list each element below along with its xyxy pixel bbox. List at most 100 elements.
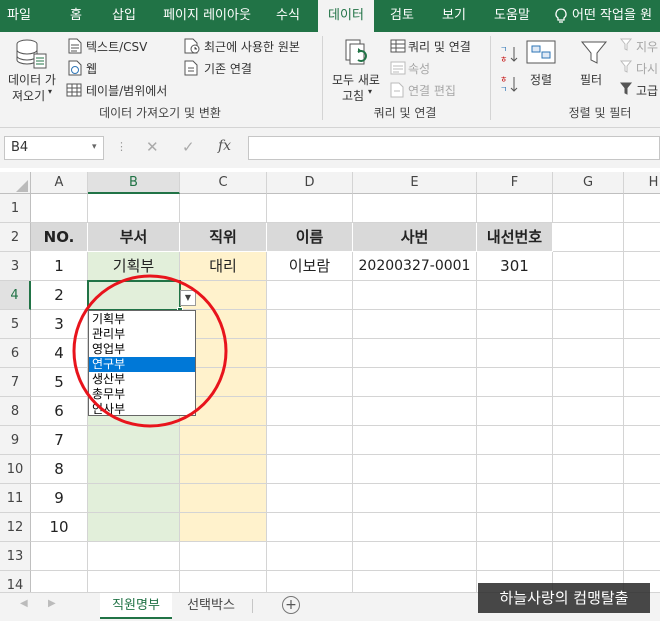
insert-function-icon[interactable]: fx (218, 138, 231, 154)
empty-cell[interactable] (477, 194, 553, 223)
scroll-left-icon[interactable]: ◀ (20, 598, 28, 609)
row-header[interactable]: 5 (0, 310, 31, 339)
scroll-right-icon[interactable]: ▶ (48, 598, 56, 609)
cell-no[interactable]: 8 (31, 455, 88, 484)
tab-formulas[interactable]: 수식 (266, 0, 310, 32)
clear-button[interactable]: 지우 (636, 38, 658, 55)
tab-view[interactable]: 보기 (432, 0, 476, 32)
empty-cell[interactable] (353, 571, 477, 592)
web-button[interactable]: 웹 (86, 60, 97, 77)
tell-me-search[interactable]: 어떤 작업을 원 (572, 0, 660, 32)
empty-cell[interactable] (180, 426, 267, 455)
empty-cell[interactable] (553, 426, 624, 455)
empty-cell[interactable] (624, 484, 660, 513)
row-header[interactable]: 13 (0, 542, 31, 571)
tab-page-layout[interactable]: 페이지 레이아웃 (152, 0, 262, 32)
sheet-tab-employees[interactable]: 직원명부 (100, 593, 172, 619)
sheet-tab-selectbox[interactable]: 선택박스 (174, 593, 248, 619)
column-header-c[interactable]: C (180, 172, 267, 194)
empty-cell[interactable] (88, 194, 180, 223)
empty-cell[interactable] (553, 252, 624, 281)
empty-cell[interactable] (553, 194, 624, 223)
tab-insert[interactable]: 삽입 (104, 0, 144, 32)
empty-cell[interactable] (624, 194, 660, 223)
header-cell-position[interactable]: 직위 (180, 223, 267, 252)
empty-cell[interactable] (353, 455, 477, 484)
header-cell-employee-id[interactable]: 사번 (353, 223, 477, 252)
header-cell-extension[interactable]: 내선번호 (477, 223, 553, 252)
add-sheet-icon[interactable]: + (282, 596, 300, 614)
tab-data[interactable]: 데이터 (318, 0, 374, 33)
row-header[interactable]: 7 (0, 368, 31, 397)
empty-cell[interactable] (88, 571, 180, 592)
empty-cell[interactable] (624, 513, 660, 542)
column-header-b[interactable]: B (88, 172, 180, 194)
row-header[interactable]: 11 (0, 484, 31, 513)
reapply-button[interactable]: 다시 (636, 60, 658, 77)
cell-no[interactable]: 9 (31, 484, 88, 513)
empty-cell[interactable] (353, 339, 477, 368)
name-box[interactable]: B4 (4, 136, 104, 160)
empty-cell[interactable] (553, 397, 624, 426)
empty-cell[interactable] (624, 426, 660, 455)
row-header[interactable]: 12 (0, 513, 31, 542)
empty-cell[interactable] (180, 455, 267, 484)
empty-cell[interactable] (180, 194, 267, 223)
header-cell-no[interactable]: NO. (31, 223, 88, 252)
empty-cell[interactable] (267, 571, 353, 592)
tab-review[interactable]: 검토 (380, 0, 424, 32)
empty-cell[interactable] (180, 571, 267, 592)
empty-cell[interactable] (477, 484, 553, 513)
empty-cell[interactable] (553, 542, 624, 571)
empty-cell[interactable] (267, 484, 353, 513)
empty-cell[interactable] (477, 455, 553, 484)
column-header-g[interactable]: G (553, 172, 624, 194)
empty-cell[interactable] (88, 484, 180, 513)
empty-cell[interactable] (353, 542, 477, 571)
empty-cell[interactable] (553, 368, 624, 397)
row-header[interactable]: 6 (0, 339, 31, 368)
empty-cell[interactable] (553, 310, 624, 339)
row-header[interactable]: 8 (0, 397, 31, 426)
tab-home[interactable]: 홈 (56, 0, 96, 32)
empty-cell[interactable] (553, 484, 624, 513)
empty-cell[interactable] (477, 513, 553, 542)
empty-cell[interactable] (477, 542, 553, 571)
row-header[interactable]: 3 (0, 252, 31, 281)
empty-cell[interactable] (624, 455, 660, 484)
empty-cell[interactable] (553, 339, 624, 368)
empty-cell[interactable] (88, 513, 180, 542)
properties-button[interactable]: 속성 (408, 60, 430, 77)
empty-cell[interactable] (477, 368, 553, 397)
empty-cell[interactable] (553, 513, 624, 542)
empty-cell[interactable] (88, 426, 180, 455)
row-header[interactable]: 9 (0, 426, 31, 455)
empty-cell[interactable] (624, 368, 660, 397)
cell-extension[interactable]: 301 (477, 252, 553, 281)
header-cell-name[interactable]: 이름 (267, 223, 353, 252)
empty-cell[interactable] (477, 310, 553, 339)
chevron-down-icon[interactable]: ▾ (92, 142, 97, 152)
existing-connections-button[interactable]: 기존 연결 (204, 60, 252, 77)
column-header-h[interactable]: H (624, 172, 660, 194)
empty-cell[interactable] (180, 513, 267, 542)
empty-cell[interactable] (267, 397, 353, 426)
edit-links-button[interactable]: 연결 편집 (408, 82, 456, 99)
column-header-a[interactable]: A (31, 172, 88, 194)
empty-cell[interactable] (624, 310, 660, 339)
row-header[interactable]: 1 (0, 194, 31, 223)
from-table-range-button[interactable]: 테이블/범위에서 (86, 82, 167, 99)
empty-cell[interactable] (624, 223, 660, 252)
row-header[interactable]: 14 (0, 571, 31, 592)
refresh-all-label-1[interactable]: 모두 새로 (332, 71, 380, 88)
empty-cell[interactable] (353, 310, 477, 339)
empty-cell[interactable] (624, 281, 660, 310)
empty-cell[interactable] (267, 542, 353, 571)
tab-help[interactable]: 도움말 (484, 0, 540, 32)
empty-cell[interactable] (180, 542, 267, 571)
header-cell-dept[interactable]: 부서 (88, 223, 180, 252)
column-header-f[interactable]: F (477, 172, 553, 194)
empty-cell[interactable] (267, 426, 353, 455)
empty-cell[interactable] (624, 542, 660, 571)
empty-cell[interactable] (267, 513, 353, 542)
